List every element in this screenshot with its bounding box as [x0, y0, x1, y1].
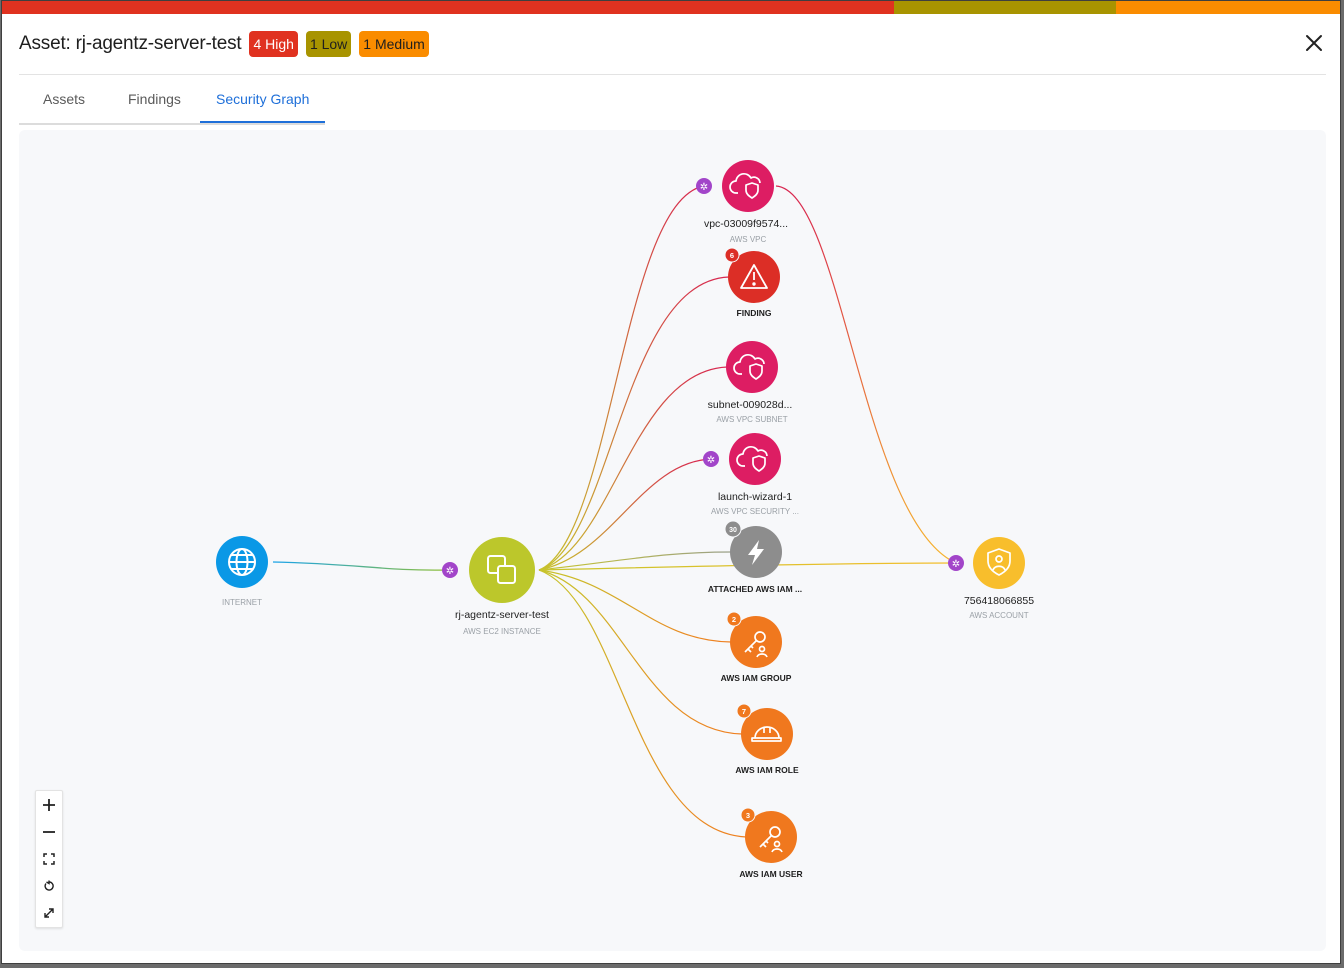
node-internet[interactable]: INTERNET — [216, 536, 268, 607]
zoom-out-icon — [43, 830, 55, 833]
svg-text:6: 6 — [730, 251, 734, 260]
edge-ec2-vpc — [538, 185, 705, 571]
zoom-in-icon — [43, 798, 55, 811]
expand-node-dot[interactable]: ✲ — [696, 178, 712, 194]
edge-ec2-finding — [538, 276, 730, 571]
svg-text:3: 3 — [746, 811, 750, 820]
count-badge: 7 — [736, 703, 752, 719]
node-label: AWS IAM ROLE — [735, 765, 799, 775]
svg-text:✲: ✲ — [446, 566, 454, 577]
count-badge: 6 — [724, 247, 740, 263]
expand-button[interactable] — [36, 899, 62, 926]
zoom-in-button[interactable] — [36, 791, 62, 818]
node-iam-user[interactable]: 3 AWS IAM USER — [739, 807, 803, 879]
expand-node-dot[interactable]: ✲ — [442, 562, 458, 578]
node-label: 756418066855 — [964, 595, 1034, 607]
node-sublabel: AWS ACCOUNT — [969, 611, 1028, 620]
count-badge: 3 — [740, 807, 756, 823]
count-badge: 2 — [726, 611, 742, 627]
node-subnet[interactable]: subnet-009028d... AWS VPC SUBNET — [708, 341, 793, 424]
zoom-out-button[interactable] — [36, 818, 62, 845]
node-aws-account[interactable]: 756418066855 AWS ACCOUNT ✲ — [948, 537, 1034, 620]
node-sublabel: INTERNET — [222, 598, 262, 607]
node-sublabel: AWS EC2 INSTANCE — [463, 627, 541, 636]
graph-zoom-controls — [35, 790, 63, 928]
reset-icon — [44, 880, 54, 891]
svg-text:✲: ✲ — [952, 559, 960, 570]
fit-view-icon — [43, 852, 55, 865]
node-iam-group[interactable]: 2 AWS IAM GROUP — [721, 611, 792, 683]
node-label: FINDING — [737, 308, 772, 318]
node-sublabel: AWS VPC — [730, 235, 767, 244]
asset-modal: Asset: rj-agentz-server-test 4 High 1 Lo… — [1, 0, 1341, 964]
node-ec2-instance[interactable]: rj-agentz-server-test AWS EC2 INSTANCE ✲ — [442, 537, 549, 636]
node-iam-policy[interactable]: 30 ATTACHED AWS IAM ... — [708, 520, 802, 594]
expand-node-dot[interactable]: ✲ — [948, 555, 964, 571]
node-sublabel: AWS VPC SUBNET — [716, 415, 787, 424]
node-label: vpc-03009f9574... — [704, 218, 788, 230]
node-label: ATTACHED AWS IAM ... — [708, 584, 802, 594]
edge-internet-ec2 — [272, 561, 448, 571]
node-label: AWS IAM USER — [739, 869, 802, 879]
reset-button[interactable] — [36, 872, 62, 899]
edge-ec2-user — [538, 569, 747, 838]
svg-text:✲: ✲ — [707, 455, 715, 466]
node-label: launch-wizard-1 — [718, 491, 792, 503]
svg-text:7: 7 — [742, 707, 746, 716]
node-vpc[interactable]: vpc-03009f9574... AWS VPC ✲ — [696, 160, 788, 244]
node-label: subnet-009028d... — [708, 399, 793, 411]
svg-text:✲: ✲ — [700, 182, 708, 193]
edge-ec2-group — [538, 569, 732, 643]
edge-vpc-account — [775, 185, 957, 564]
expand-icon — [44, 907, 54, 918]
node-sublabel: AWS VPC SECURITY ... — [711, 507, 799, 516]
svg-text:30: 30 — [729, 527, 737, 534]
node-label: rj-agentz-server-test — [455, 609, 549, 621]
node-security-group[interactable]: launch-wizard-1 AWS VPC SECURITY ... ✲ — [703, 433, 799, 516]
node-label: AWS IAM GROUP — [721, 673, 792, 683]
expand-node-dot[interactable]: ✲ — [703, 451, 719, 467]
edge-ec2-role — [538, 569, 743, 735]
security-graph: INTERNET rj-agentz-server-test AWS EC2 I… — [216, 160, 1034, 879]
node-finding[interactable]: 6 FINDING — [724, 247, 780, 318]
node-iam-role[interactable]: 7 AWS IAM ROLE — [735, 703, 799, 775]
count-badge: 30 — [724, 520, 742, 538]
fit-view-button[interactable] — [36, 845, 62, 872]
svg-text:2: 2 — [732, 615, 736, 624]
